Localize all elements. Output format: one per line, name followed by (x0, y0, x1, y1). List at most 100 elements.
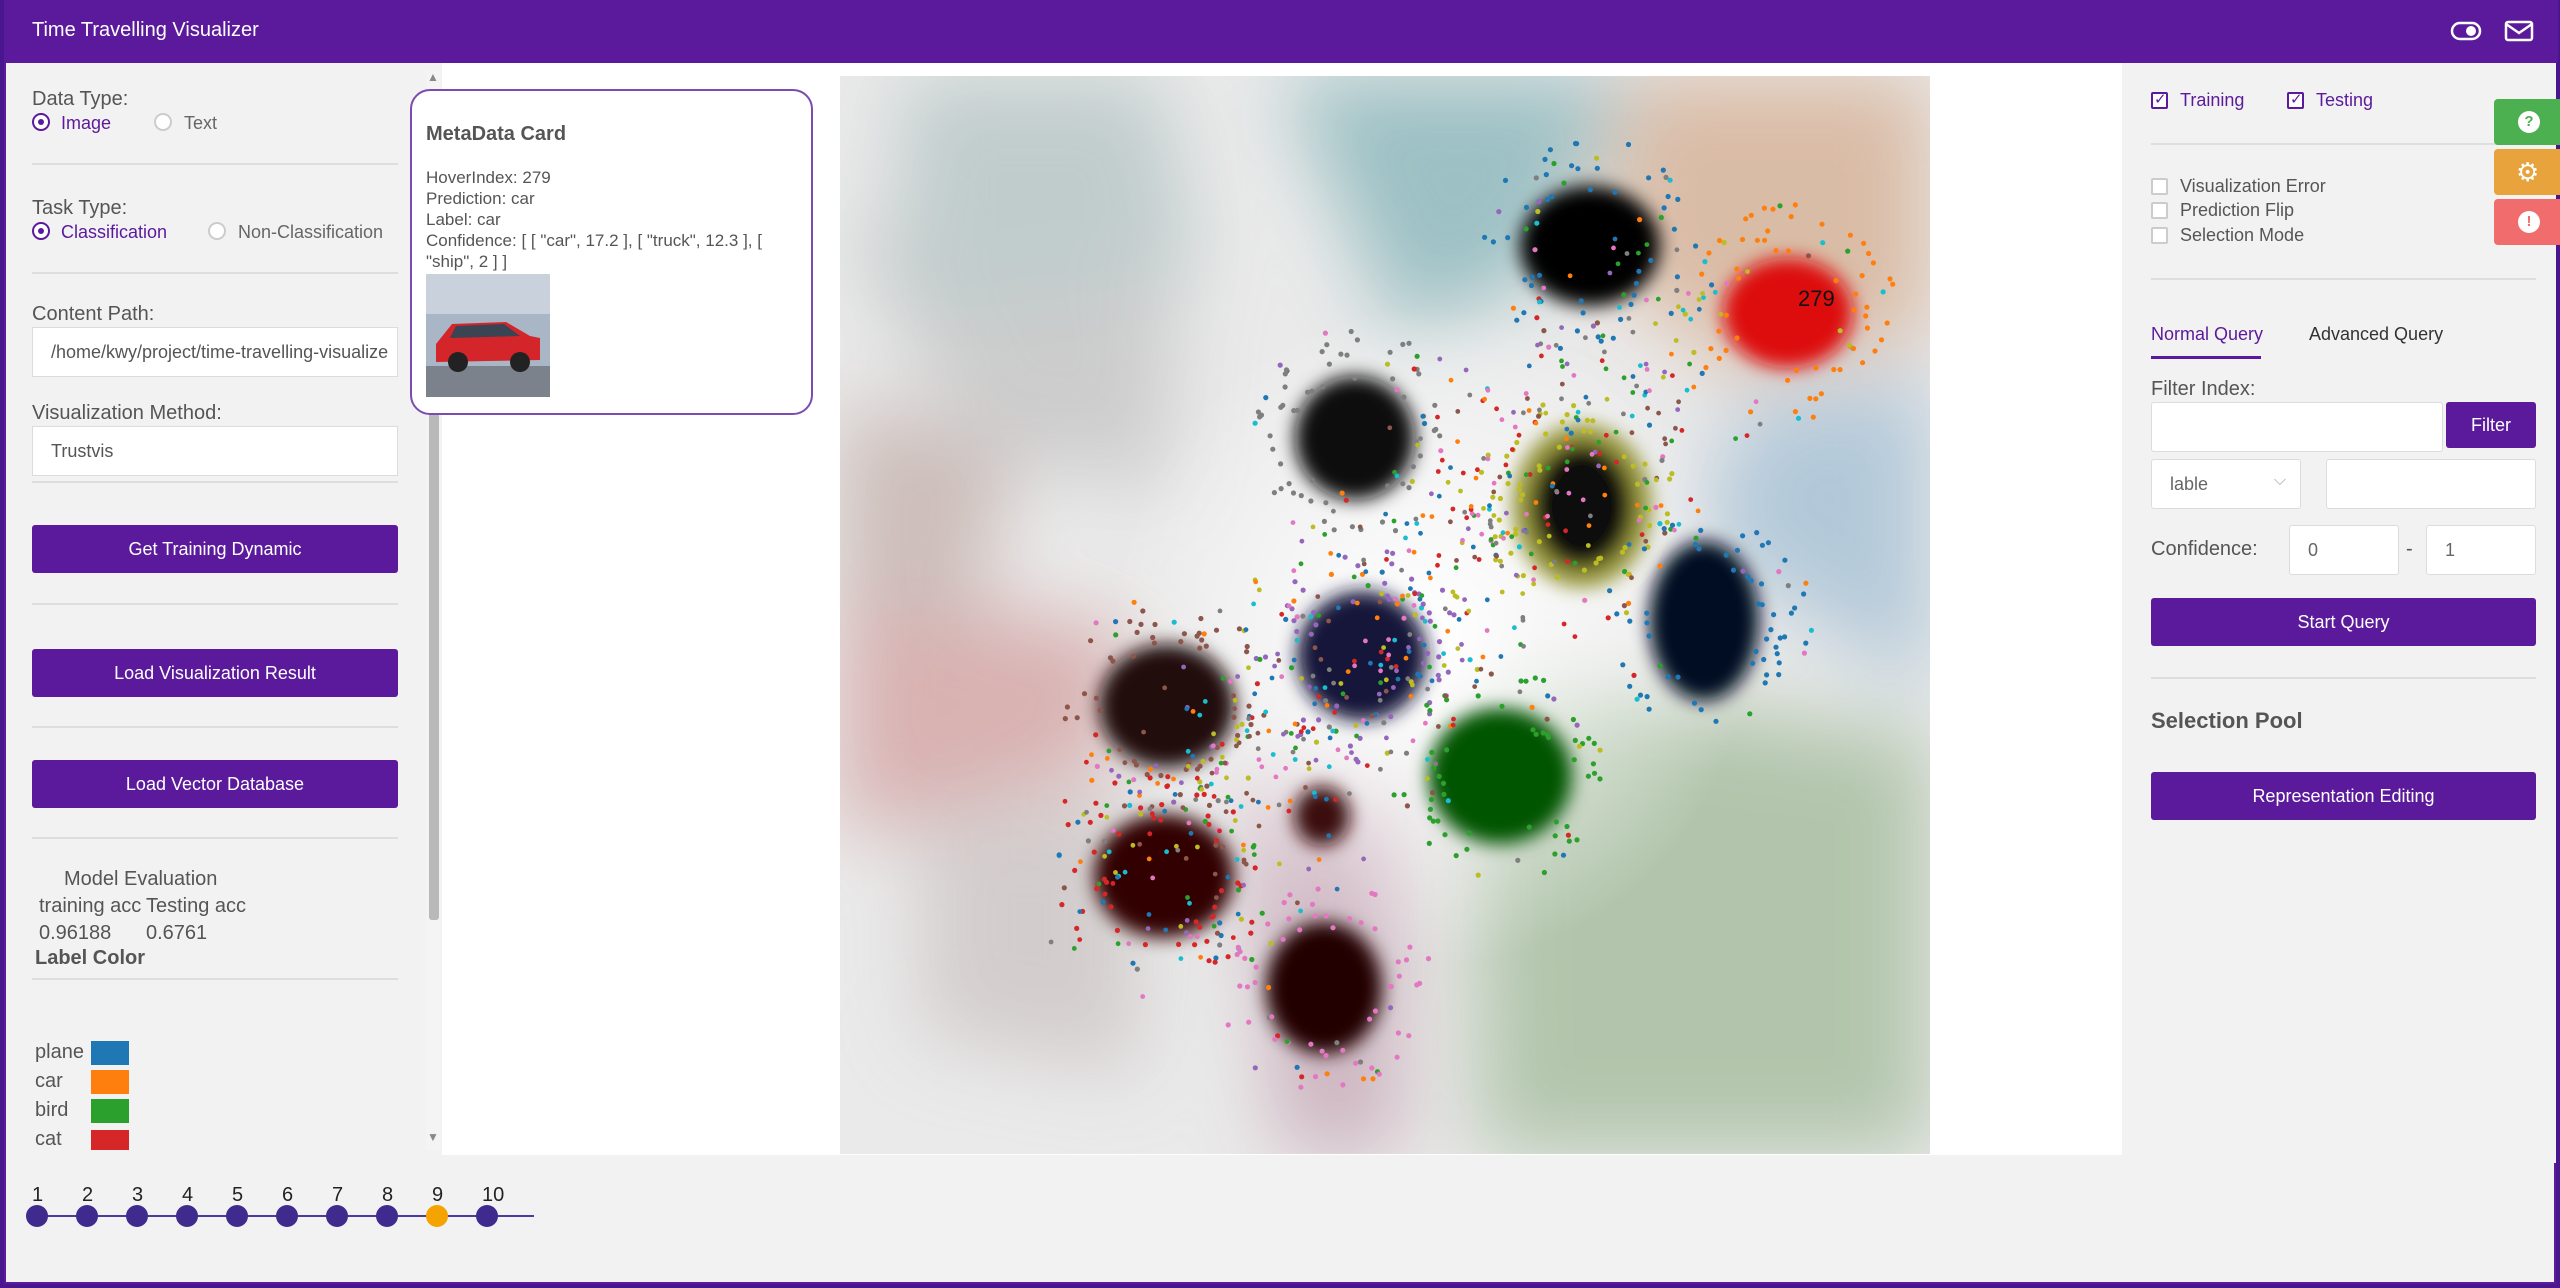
radio-text-label[interactable]: Text (184, 113, 217, 134)
data-point (1429, 678, 1435, 684)
data-point (1162, 808, 1168, 814)
load-visualization-result-button[interactable]: Load Visualization Result (32, 649, 398, 697)
alert-tab[interactable]: ! (2494, 199, 2560, 245)
vis-method-input[interactable]: Trustvis (32, 426, 398, 476)
data-point (1417, 453, 1423, 459)
data-point (1306, 766, 1312, 772)
data-point (1662, 369, 1667, 375)
epoch-node-10[interactable] (476, 1205, 498, 1227)
data-point (1413, 516, 1419, 522)
data-point (1280, 936, 1286, 942)
data-point (1536, 272, 1543, 278)
label-select[interactable]: lable ⌵ (2151, 459, 2301, 509)
load-vector-database-button[interactable]: Load Vector Database (32, 760, 398, 808)
confidence-min-input[interactable]: 0 (2289, 525, 2399, 575)
data-point (1414, 982, 1420, 988)
data-point (1424, 650, 1431, 657)
epoch-node-3[interactable] (126, 1205, 148, 1227)
radio-image[interactable] (32, 113, 50, 131)
representation-editing-button[interactable]: Representation Editing (2151, 772, 2536, 820)
tab-normal-query[interactable]: Normal Query (2151, 324, 2263, 345)
data-point (1581, 567, 1587, 573)
epoch-node-5[interactable] (226, 1205, 248, 1227)
testing-checkbox-label[interactable]: Testing (2316, 90, 2373, 111)
radio-classification-label[interactable]: Classification (61, 222, 167, 243)
data-point (1672, 527, 1677, 533)
data-point (1698, 527, 1704, 533)
data-point (1428, 796, 1435, 803)
data-point (1388, 983, 1394, 990)
data-point (1437, 356, 1443, 362)
data-point (1279, 674, 1285, 680)
radio-text[interactable] (154, 113, 172, 131)
settings-tab[interactable]: ⚙ (2494, 149, 2560, 195)
selection-mode-checkbox[interactable] (2151, 227, 2168, 244)
radio-non-classification-label[interactable]: Non-Classification (238, 222, 383, 243)
training-checkbox[interactable] (2151, 90, 2168, 109)
testing-checkbox[interactable] (2287, 90, 2304, 109)
data-point (1524, 511, 1529, 517)
data-point (1644, 694, 1650, 700)
content-path-input[interactable]: /home/kwy/project/time-travelling-visual… (32, 327, 398, 377)
selection-mode-label[interactable]: Selection Mode (2180, 225, 2304, 246)
label-filter-input[interactable] (2326, 459, 2536, 509)
data-point (1127, 802, 1133, 809)
data-point (1580, 497, 1586, 503)
epoch-node-6[interactable] (276, 1205, 298, 1227)
start-query-button[interactable]: Start Query (2151, 598, 2536, 646)
data-point (1200, 758, 1206, 764)
visualization-error-checkbox[interactable] (2151, 178, 2168, 195)
epoch-node-9[interactable] (426, 1205, 448, 1227)
training-checkbox-label[interactable]: Training (2180, 90, 2244, 111)
epoch-node-4[interactable] (176, 1205, 198, 1227)
radio-classification[interactable] (32, 222, 50, 240)
data-point (1807, 395, 1813, 401)
epoch-node-1[interactable] (26, 1205, 48, 1227)
data-point (1545, 513, 1550, 519)
data-point (1765, 540, 1771, 546)
filter-button[interactable]: Filter (2446, 402, 2536, 448)
visualization-error-label[interactable]: Visualization Error (2180, 176, 2326, 197)
scroll-up-icon[interactable]: ▲ (427, 70, 439, 84)
epoch-node-2[interactable] (76, 1205, 98, 1227)
data-point (1618, 316, 1624, 322)
data-point (1100, 899, 1106, 905)
data-point (1667, 476, 1673, 482)
help-tab[interactable]: ? (2494, 99, 2560, 145)
data-point (1145, 926, 1151, 931)
data-point (1478, 666, 1484, 672)
radio-non-classification[interactable] (208, 222, 226, 240)
data-point (1482, 396, 1487, 402)
data-point (1762, 680, 1768, 686)
data-point (1184, 918, 1190, 923)
mail-icon[interactable] (2502, 17, 2536, 45)
prediction-flip-checkbox[interactable] (2151, 202, 2168, 219)
data-point (1323, 913, 1329, 919)
tab-advanced-query[interactable]: Advanced Query (2309, 324, 2443, 345)
epoch-node-7[interactable] (326, 1205, 348, 1227)
data-point (1379, 519, 1386, 525)
data-point (1630, 390, 1636, 395)
scrollbar-thumb[interactable] (429, 408, 439, 920)
prediction-flip-label[interactable]: Prediction Flip (2180, 200, 2294, 221)
scroll-down-icon[interactable]: ▼ (427, 1130, 439, 1144)
data-point (1093, 695, 1099, 701)
filter-index-input[interactable] (2151, 402, 2443, 452)
eye-toggle-icon[interactable] (2449, 17, 2483, 45)
data-point (1283, 616, 1289, 623)
data-point (1259, 764, 1265, 770)
data-point (1140, 994, 1146, 999)
data-point (1393, 664, 1399, 669)
data-point (1184, 930, 1189, 936)
data-point (1547, 147, 1553, 153)
get-training-dynamic-button[interactable]: Get Training Dynamic (32, 525, 398, 573)
data-point (1545, 196, 1551, 203)
data-point (1225, 954, 1231, 960)
data-point (1646, 422, 1653, 428)
data-point (1195, 844, 1200, 850)
confidence-max-input[interactable]: 1 (2426, 525, 2536, 575)
epoch-node-8[interactable] (376, 1205, 398, 1227)
data-point (1313, 685, 1319, 691)
radio-image-label[interactable]: Image (61, 113, 111, 134)
projection-map[interactable]: 279 (840, 76, 1930, 1154)
